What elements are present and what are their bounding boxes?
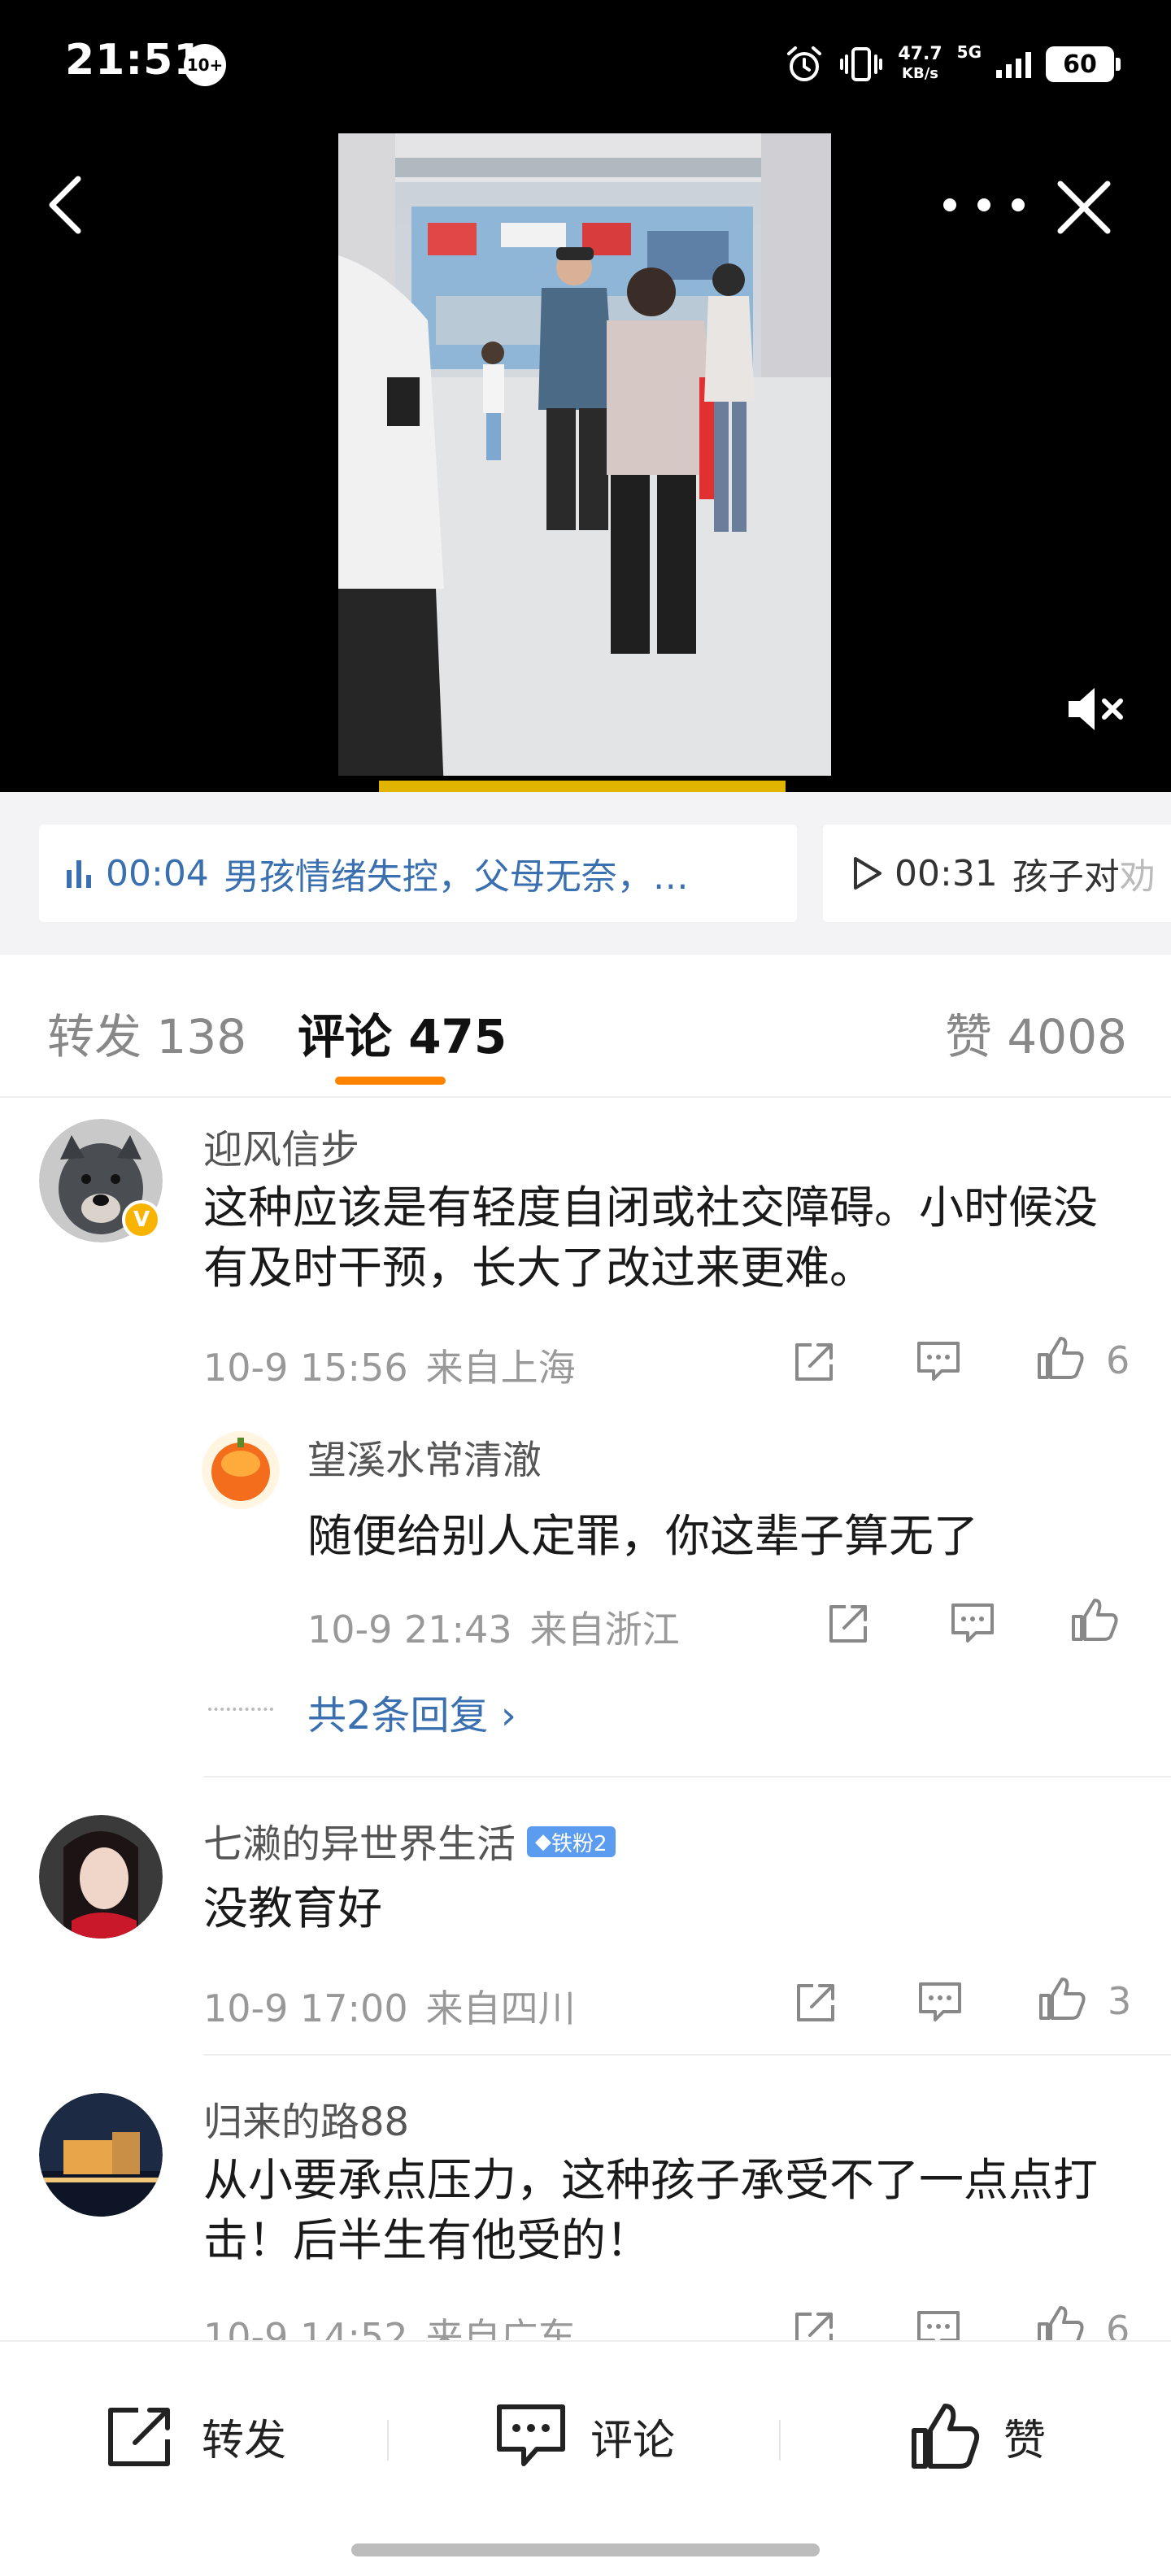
repost-button[interactable]: 转发 [104,2395,286,2477]
vibrate-icon [840,47,883,81]
tab-likes[interactable]: 赞 4008 [945,999,1127,1067]
tab-repost[interactable]: 转发 138 [47,999,246,1067]
chapter-next-title-fade: 劝 [1119,856,1156,898]
bottom-separator [779,2420,781,2461]
notification-badge: 10+ [184,44,226,86]
signal-icon [996,50,1031,78]
status-right: 47.7 KB/s 5G 60 [784,37,1121,91]
comment-meta: 10-9 17:00 来自四川 [203,1979,576,2033]
comment-username-text[interactable]: 七濑的异世界生活 [203,1821,516,1867]
comment-divider [203,2054,1171,2056]
video-frame[interactable] [338,133,831,792]
comment-text[interactable]: 从小要承点压力，这种孩子承受不了一点点打击！后半生有他受的！ [203,2150,1138,2270]
comment-icon [497,2404,565,2466]
status-bar: 21:51 10+ 47.7 KB/s 5G 60 [0,0,1171,130]
more-replies-link[interactable]: 共2条回复 › [307,1683,516,1740]
net-speed-unit: KB/s [902,65,938,82]
back-icon[interactable] [41,172,89,237]
comment-button[interactable]: 评论 [494,2395,675,2477]
chapter-active-title: 男孩情绪失控，父母无奈，… [223,856,689,898]
comment-date: 10-9 15:56 [203,1346,408,1390]
comment-text[interactable]: 这种应该是有轻度自闭或社交障碍。小时候没有及时干预，长大了改过来更难。 [203,1177,1138,1298]
chapter-next[interactable]: 00:31 孩子对劝 [823,825,1171,922]
like-button[interactable]: 赞 [909,2395,1046,2477]
reply-thread-dots [208,1708,273,1711]
network-type: 5G [956,42,982,62]
play-icon [854,857,882,890]
mute-icon[interactable] [1064,683,1129,735]
battery-icon: 60 [1046,46,1121,82]
reply-date: 10-9 21:43 [307,1608,512,1651]
close-icon[interactable] [1054,177,1114,237]
chapter-bar: 00:04 男孩情绪失控，父母无奈，… 00:31 孩子对劝 [0,792,1171,955]
comment-meta: 10-9 15:56 来自上海 [203,1338,576,1392]
reply-location: 来自浙江 [529,1608,680,1651]
reply-text[interactable]: 随便给别人定罪，你这辈子算无了 [307,1499,978,1564]
repost-label: 转发 [202,2416,287,2465]
status-time: 21:51 [65,36,204,85]
bottom-action-bar: 转发 评论 赞 [0,2340,1171,2576]
like-icon[interactable] [1036,1334,1085,1382]
reply-icon[interactable] [948,1599,997,1647]
comment-divider [203,1776,1171,1778]
reply-meta: 10-9 21:43 来自浙江 [307,1600,680,1654]
more-options-icon[interactable] [943,182,1025,228]
verified-badge-icon: V [122,1200,161,1239]
tab-comments[interactable]: 评论 475 [298,999,507,1067]
reply-icon[interactable] [914,1337,963,1386]
fan-badge: ◆ 铁粉2 [527,1826,616,1857]
comment-username: 七濑的异世界生活 ◆ 铁粉2 [203,1812,616,1869]
comment-label: 评论 [590,2416,676,2465]
reply-username[interactable]: 望溪水常清澈 [307,1428,542,1485]
comment-location: 来自上海 [425,1346,576,1390]
share-icon [108,2408,170,2466]
share-icon[interactable] [825,1599,873,1647]
fan-badge-label: 铁粉2 [551,1831,607,1856]
chapter-active[interactable]: 00:04 男孩情绪失控，父母无奈，… [39,825,797,922]
avatar[interactable] [39,2093,163,2217]
comment-text[interactable]: 没教育好 [203,1878,1138,1939]
tab-bar: 转发 138 评论 475 赞 4008 [0,955,1171,1098]
video-player[interactable]: 21:51 10+ 47.7 KB/s 5G 60 [0,0,1171,792]
home-indicator[interactable] [351,2543,820,2556]
net-speed-value: 47.7 [898,44,942,64]
net-speed: 47.7 KB/s [898,45,942,84]
like-icon [912,2404,980,2469]
like-count: 6 [1106,1338,1130,1382]
chapter-active-time: 00:04 [106,852,209,894]
playing-icon [67,859,94,888]
share-icon[interactable] [792,1978,841,2026]
comment-location: 来自四川 [425,1986,576,2030]
reply-icon[interactable] [916,1978,964,2026]
avatar[interactable] [39,1815,163,1939]
share-icon[interactable] [790,1337,839,1386]
comment-username[interactable]: 归来的路88 [203,2090,409,2147]
reply-avatar[interactable] [202,1431,280,1509]
comment-date: 10-9 17:00 [203,1986,408,2030]
tab-active-indicator [335,1077,446,1085]
alarm-icon [787,46,822,81]
bottom-separator [387,2420,389,2461]
like-icon[interactable] [1070,1595,1119,1644]
like-label: 赞 [1003,2416,1047,2465]
comment-username[interactable]: 迎风信步 [203,1117,359,1174]
like-icon[interactable] [1038,1974,1086,2023]
like-count: 3 [1108,1979,1132,2023]
chapter-next-time: 00:31 [895,852,998,894]
chapter-next-title: 孩子对 [1012,856,1120,898]
